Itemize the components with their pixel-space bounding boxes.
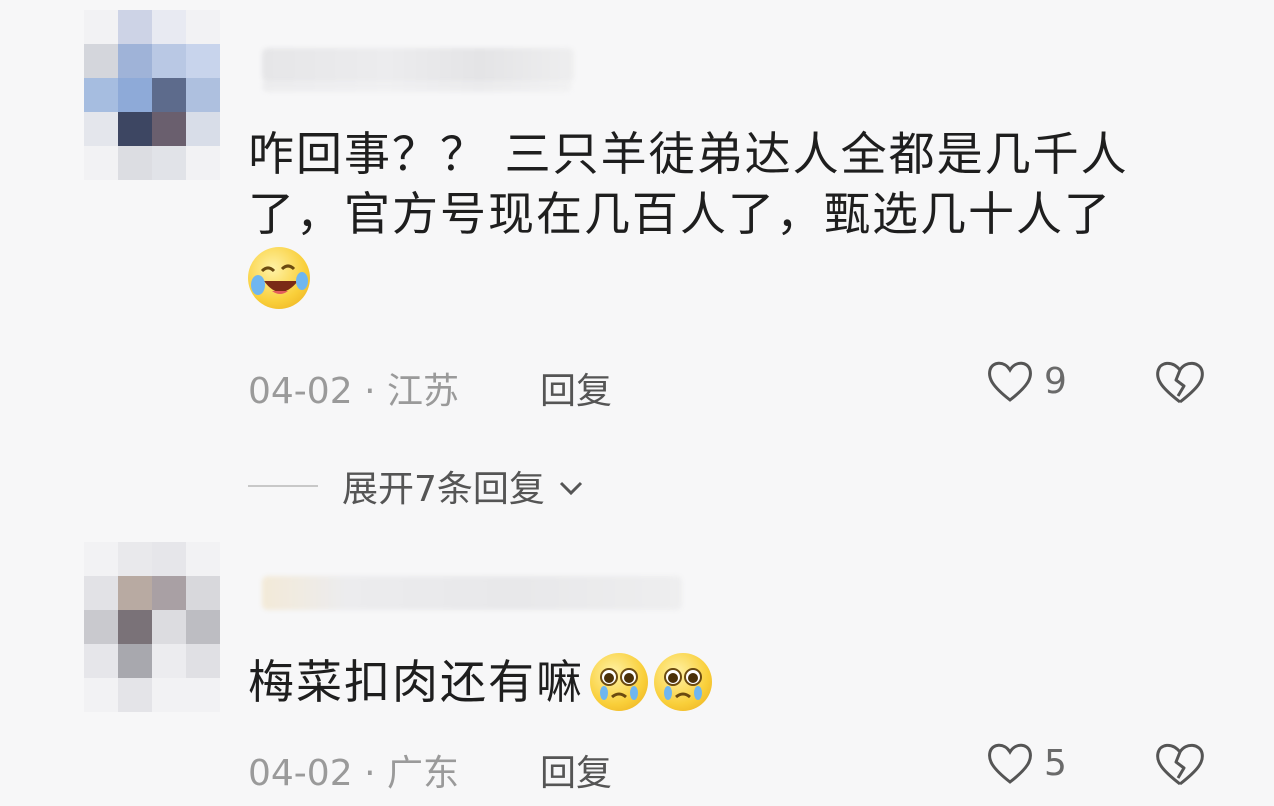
- heart-icon: [986, 358, 1034, 404]
- comment-text: 咋回事？？ 三只羊徒弟达人全都是几千人 了，官方号现在几百人了，甄选几十人了: [248, 124, 1129, 309]
- dislike-button[interactable]: [1154, 740, 1206, 788]
- comment-item: 咋回事？？ 三只羊徒弟达人全都是几千人 了，官方号现在几百人了，甄选几十人了 0…: [0, 0, 1274, 430]
- reply-button[interactable]: 回复: [540, 744, 612, 796]
- username-subtext: [262, 80, 572, 92]
- heart-icon: [986, 740, 1034, 786]
- comment-meta: 04-02 · 广东: [248, 744, 459, 796]
- chevron-down-icon: [557, 466, 585, 507]
- comment-date: 04-02: [248, 371, 353, 412]
- pleading-emoji: [654, 653, 712, 711]
- username[interactable]: [262, 48, 574, 82]
- comment-date: 04-02: [248, 753, 353, 794]
- comment-location: 广东: [386, 753, 459, 794]
- comment-meta: 04-02 · 江苏: [248, 362, 459, 414]
- laugh-cry-emoji: [248, 246, 310, 309]
- like-button[interactable]: 5: [986, 740, 1067, 786]
- reply-button[interactable]: 回复: [540, 362, 612, 414]
- broken-heart-icon: [1156, 361, 1204, 404]
- like-count: 5: [1044, 742, 1067, 784]
- divider: [248, 485, 318, 487]
- meta-separator: ·: [364, 371, 387, 412]
- like-count: 9: [1044, 360, 1067, 402]
- expand-replies-button[interactable]: 展开7条回复: [248, 460, 585, 512]
- dislike-button[interactable]: [1154, 358, 1206, 406]
- avatar[interactable]: [84, 10, 220, 180]
- comment-text: 梅菜扣肉还有嘛: [248, 652, 712, 712]
- comment-location: 江苏: [386, 371, 459, 412]
- broken-heart-icon: [1156, 743, 1204, 786]
- meta-separator: ·: [364, 753, 387, 794]
- avatar[interactable]: [84, 542, 220, 712]
- username[interactable]: [262, 576, 682, 610]
- comment-item: 梅菜扣肉还有嘛 04-02 · 广东 回复 5: [0, 530, 1274, 806]
- pleading-emoji: [590, 653, 648, 711]
- expand-replies-label: 展开7条回复: [342, 469, 545, 510]
- like-button[interactable]: 9: [986, 358, 1067, 404]
